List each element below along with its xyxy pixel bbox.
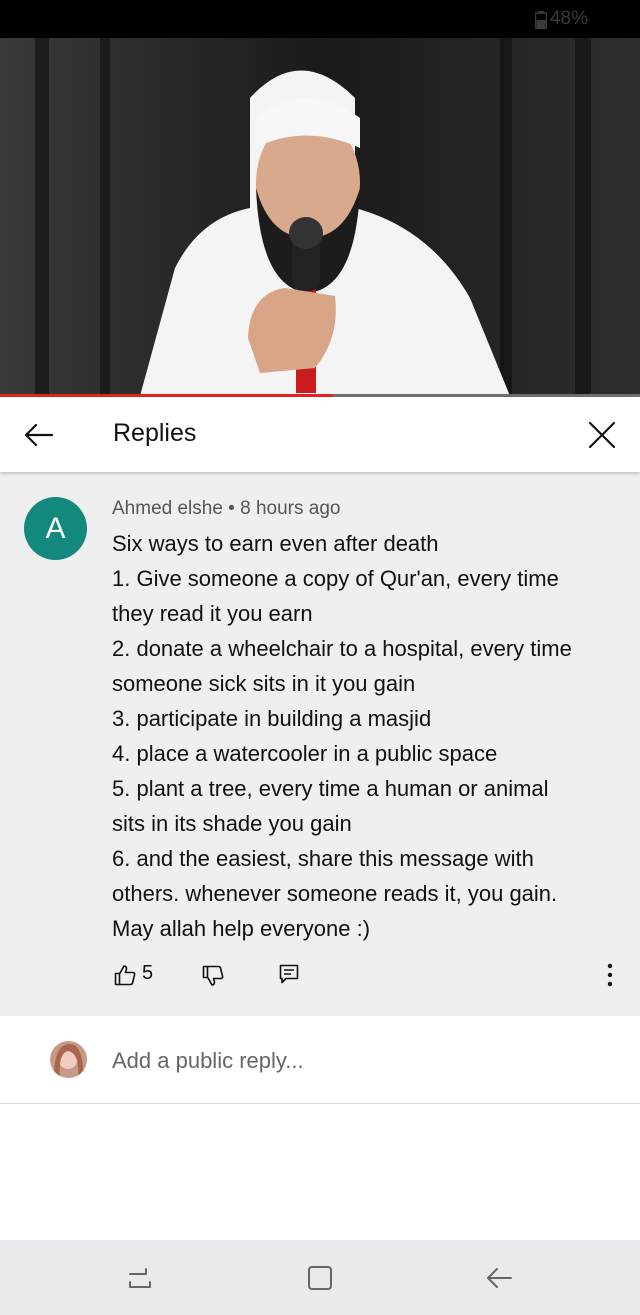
- user-avatar: [50, 1041, 87, 1078]
- more-vertical-icon[interactable]: [603, 962, 617, 988]
- battery-percent: 48%: [549, 8, 588, 29]
- like-count: 5: [142, 962, 154, 984]
- battery-icon: [535, 11, 547, 29]
- thumb-down-icon[interactable]: [202, 965, 224, 987]
- nav-back-icon[interactable]: [485, 1264, 513, 1292]
- comment-actions: 5: [0, 962, 640, 994]
- comment-time: 8 hours ago: [240, 498, 341, 519]
- comment-line: 4. place a watercooler in a public space: [112, 741, 498, 766]
- home-icon[interactable]: [306, 1264, 334, 1292]
- video-player[interactable]: [0, 38, 640, 396]
- commenter-avatar[interactable]: A: [24, 497, 87, 560]
- status-bar: 48%: [0, 0, 640, 38]
- meta-separator: •: [222, 498, 241, 519]
- comment-line: 1. Give someone a copy of Qur'an, every …: [112, 566, 559, 591]
- recent-apps-icon[interactable]: [126, 1264, 154, 1292]
- comment-body: Six ways to earn even after death 1. Give…: [112, 526, 622, 946]
- reply-icon[interactable]: [279, 964, 299, 984]
- comment-line: someone sick sits in it you gain: [112, 671, 416, 696]
- comment-meta: Ahmed elshe • 8 hours ago: [112, 498, 340, 520]
- video-frame: [0, 38, 640, 396]
- comment-line: they read it you earn: [112, 601, 313, 626]
- reply-input-row[interactable]: Add a public reply...: [0, 1016, 640, 1104]
- comment-line: 2. donate a wheelchair to a hospital, ev…: [112, 636, 572, 661]
- reply-input-placeholder[interactable]: Add a public reply...: [112, 1048, 304, 1074]
- arrow-left-icon[interactable]: [22, 419, 54, 451]
- close-icon[interactable]: [586, 419, 618, 451]
- comment-line: others. whenever someone reads it, you g…: [112, 881, 558, 906]
- comment-line: May allah help everyone :): [112, 916, 371, 941]
- system-nav-bar: [0, 1240, 640, 1315]
- comment-line: 6. and the easiest, share this message w…: [112, 846, 534, 871]
- comment-author[interactable]: Ahmed elshe: [112, 498, 223, 519]
- comment-line: Six ways to earn even after death: [112, 531, 439, 556]
- replies-header: Replies: [0, 397, 640, 472]
- page-title: Replies: [113, 419, 197, 447]
- comment-line: sits in its shade you gain: [112, 811, 352, 836]
- comment-line: 3. participate in building a masjid: [112, 706, 432, 731]
- comment-thread: A Ahmed elshe • 8 hours ago Six ways to …: [0, 472, 640, 1016]
- thumb-up-icon[interactable]: [114, 964, 136, 986]
- comment-line: 5. plant a tree, every time a human or a…: [112, 776, 549, 801]
